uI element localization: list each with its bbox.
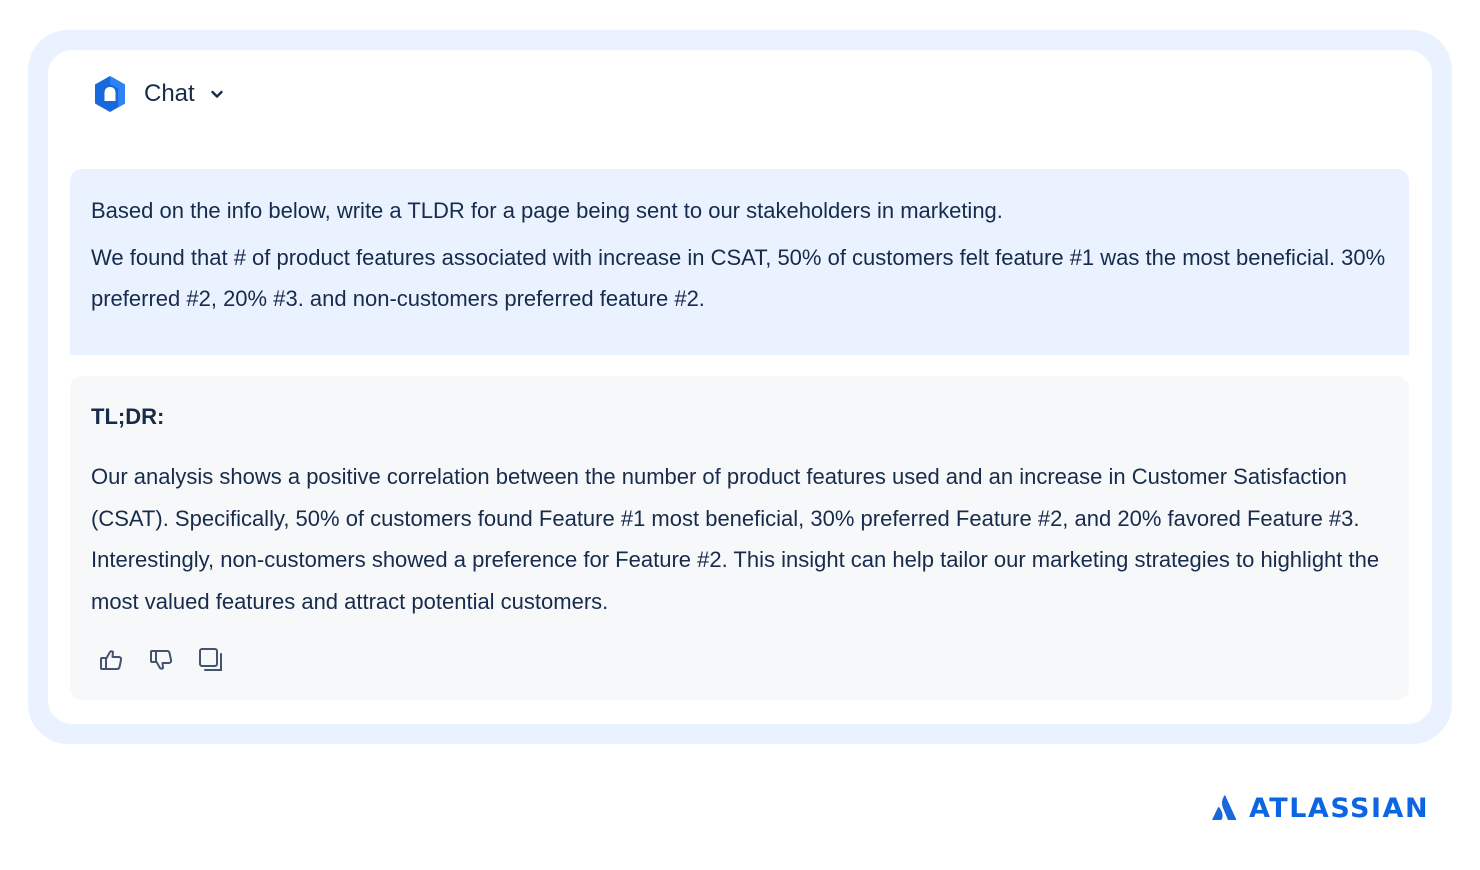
user-message-paragraph: We found that # of product features asso… — [91, 245, 1386, 311]
response-actions — [97, 646, 225, 674]
atlassian-logo-icon — [1211, 794, 1239, 822]
chevron-down-icon[interactable] — [209, 86, 225, 102]
user-message: Based on the info below, write a TLDR fo… — [70, 169, 1409, 355]
chat-panel: Chat Based on the info below, write a TL… — [48, 50, 1432, 724]
ai-response-body: Our analysis shows a positive correlatio… — [91, 464, 1380, 614]
thumbs-down-icon[interactable] — [147, 646, 175, 674]
copy-icon[interactable] — [197, 646, 225, 674]
atlassian-intelligence-icon — [92, 74, 128, 114]
ai-response: TL;DR: Our analysis shows a positive cor… — [70, 376, 1409, 700]
atlassian-wordmark: ATLASSIAN — [1249, 792, 1430, 824]
chat-frame: Chat Based on the info below, write a TL… — [28, 30, 1452, 744]
chat-header[interactable]: Chat — [92, 74, 225, 114]
ai-response-heading: TL;DR: — [91, 404, 165, 429]
chat-title: Chat — [144, 80, 195, 107]
user-message-paragraph: Based on the info below, write a TLDR fo… — [91, 198, 1003, 223]
thumbs-up-icon[interactable] — [97, 646, 125, 674]
atlassian-brand: ATLASSIAN — [1211, 792, 1430, 824]
